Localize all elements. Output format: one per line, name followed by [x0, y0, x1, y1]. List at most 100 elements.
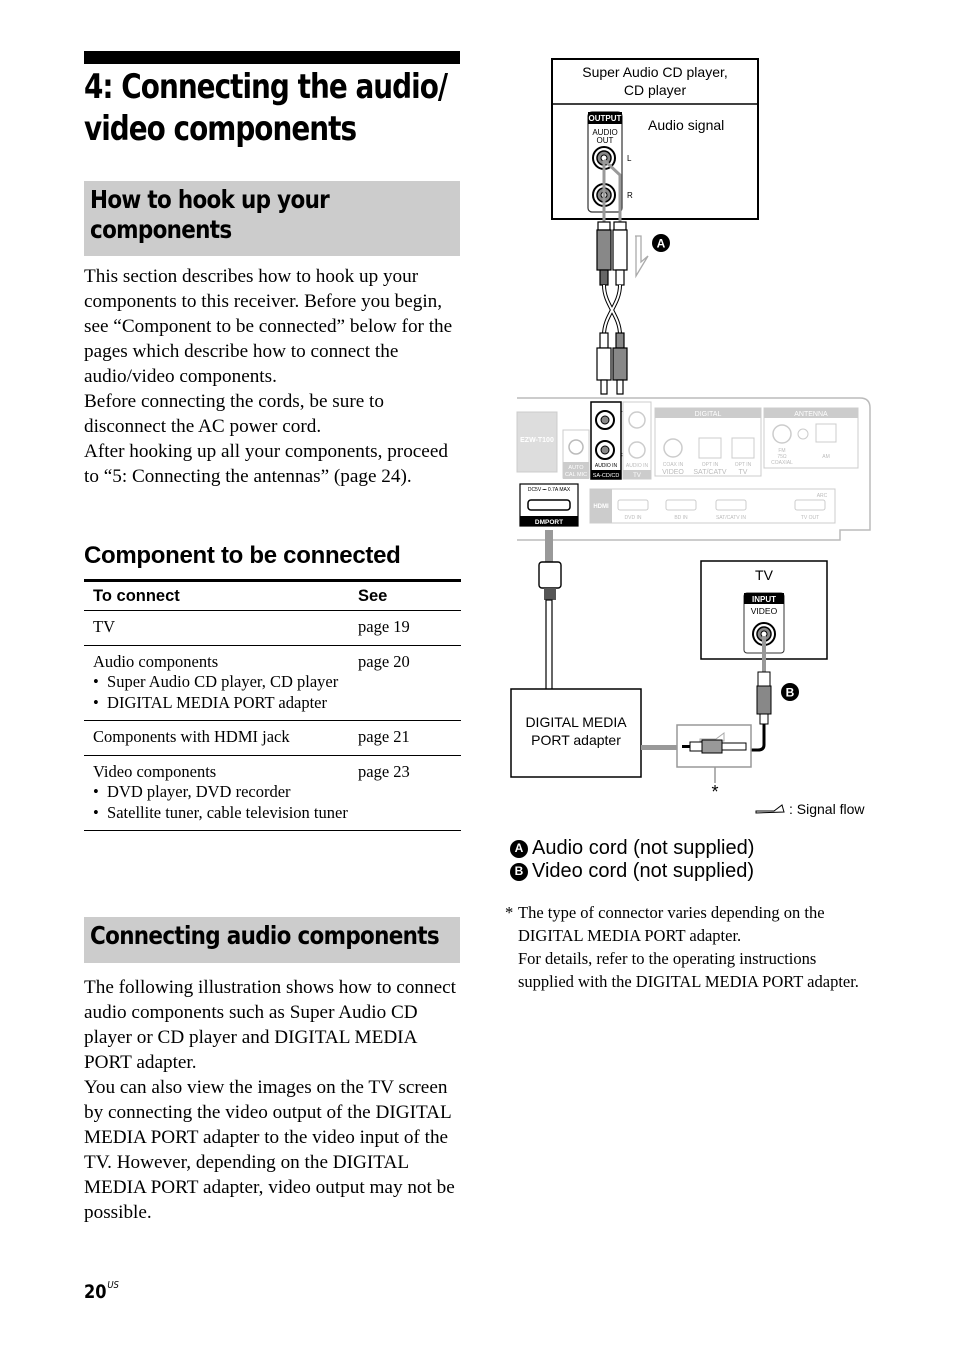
fm-coaxial-label: COAXIAL [771, 460, 793, 466]
chapter-title-line1: 4: Connecting the audio/ [84, 67, 448, 107]
cord-legend: A Audio cord (not supplied) B Video cord… [510, 837, 754, 883]
legend-item-b: B Video cord (not supplied) [510, 860, 754, 883]
table-row: Video components • DVD player, DVD recor… [84, 755, 461, 831]
opt-in-label-2: OPT IN [735, 462, 752, 468]
signal-flow-icon [755, 804, 785, 814]
digital-label: DIGITAL [695, 411, 722, 418]
table-cell-item: Components with HDMI jack [84, 720, 358, 756]
paragraph: Before connecting the cords, be sure to … [84, 391, 384, 437]
antenna-label: ANTENNA [794, 411, 828, 418]
tv-audio-in-label: AUDIO IN [626, 463, 649, 469]
receiver-rear-panel: EZW-T100 AUTO CAL MIC L R AUDIO IN SA-CD… [516, 397, 871, 541]
section-title-line1: How to hook up your [90, 185, 330, 214]
marker-a-icon: A [510, 839, 528, 858]
audio-intro: The following illustration shows how to … [84, 975, 464, 1225]
legend-label: Video cord (not supplied) [532, 860, 754, 882]
hook-up-intro: This section describes how to hook up yo… [84, 264, 464, 489]
table-row: Audio components • Super Audio CD player… [84, 645, 461, 721]
page-number: 20US [84, 1280, 119, 1303]
right-channel-label: R [627, 191, 633, 200]
bullet-text: Satellite tuner, cable television tuner [107, 802, 348, 822]
section-title: Connecting audio components [90, 921, 440, 950]
table-cell-item: Video components • DVD player, DVD recor… [84, 755, 358, 831]
connector-detail: * [676, 724, 752, 802]
table-cell-item: TV [84, 610, 358, 646]
dmport-label: DMPORT [535, 519, 563, 526]
legend-label: Audio cord (not supplied) [532, 837, 755, 859]
item-label: Video components [93, 761, 217, 781]
cd-player-label: Super Audio CD player, [582, 64, 728, 80]
tv-box-label: TV [755, 567, 774, 583]
table-row: Components with HDMI jack page 21 [84, 720, 461, 756]
bullet-text: DVD player, DVD recorder [107, 782, 291, 801]
bullet-item: • DIGITAL MEDIA PORT adapter [93, 692, 327, 712]
bullet-item: • Super Audio CD player, CD player [93, 672, 339, 691]
connection-diagram: Super Audio CD player, CD player Audio s… [510, 58, 871, 817]
bullet-text: DIGITAL MEDIA PORT adapter [107, 692, 327, 712]
opt-tv-label: TV [739, 469, 748, 476]
section-title-line2: components [90, 215, 232, 244]
asterisk-marker: * [711, 782, 718, 802]
tv-audio-label: TV [633, 473, 641, 479]
paragraph: The following illustration shows how to … [84, 977, 456, 1073]
bullet-item: • DVD player, DVD recorder [93, 782, 291, 801]
output-badge: OUTPUT [589, 114, 622, 123]
input-badge: INPUT [752, 595, 776, 604]
cd-player-label-2: CD player [624, 82, 687, 98]
table-cell-see: page 19 [358, 610, 461, 646]
hdmi-label: HDMI [593, 504, 609, 510]
left-channel-label: L [627, 154, 632, 163]
audio-in-label: AUDIO IN [595, 463, 618, 469]
footnote: * The type of connector varies depending… [505, 901, 875, 993]
marker-b-icon: B [510, 862, 528, 881]
page-number-value: 20 [84, 1281, 107, 1303]
am-label: AM [822, 454, 830, 460]
marker-b-label: B [786, 686, 795, 700]
footnote-mark: * [505, 903, 514, 922]
receiver-model-label: EZW-T100 [520, 437, 554, 444]
dmport-power-label: DC5V ⎓ 0.7A MAX [528, 487, 571, 493]
marker-a-label: A [657, 237, 666, 251]
bd-in-label: BD IN [674, 515, 688, 521]
dvd-in-label: DVD IN [625, 515, 642, 521]
legend-item-a: A Audio cord (not supplied) [510, 837, 754, 860]
section-heading-audio: Connecting audio components [84, 917, 460, 963]
adapter-cable [641, 745, 681, 750]
sat-catv-label: SAT/CATV [693, 469, 727, 476]
video-label: VIDEO [662, 469, 684, 476]
auto-cal-label: AUTO [568, 465, 584, 471]
table-header-row: To connect See [84, 580, 461, 611]
auto-cal-label-2: CAL MIC [565, 472, 587, 478]
item-label: Audio components [93, 651, 219, 671]
opt-in-label: OPT IN [702, 462, 719, 468]
bullet-text: Super Audio CD player, CD player [107, 672, 339, 691]
dmport-adapter-box: DIGITAL MEDIA PORT adapter [510, 688, 642, 778]
column-header-to-connect: To connect [84, 580, 358, 611]
marker-a-icon: A [652, 234, 670, 252]
adapter-label-2: PORT adapter [531, 732, 621, 748]
component-table: To connect See TV page 19 Audio componen… [84, 579, 461, 831]
tv-out-label: TV OUT [801, 515, 819, 521]
paragraph: This section describes how to hook up yo… [84, 266, 453, 387]
item-label: TV [93, 617, 115, 636]
section-title: How to hook up your components [84, 181, 466, 249]
table-cell-see: page 20 [358, 645, 461, 721]
dmport-cable-icon [538, 530, 562, 691]
signal-flow-arrow-icon [635, 235, 649, 279]
signal-flow-legend: : Signal flow [755, 801, 865, 817]
table-row: TV page 19 [84, 610, 461, 646]
footnote-text: For details, refer to the operating inst… [518, 949, 859, 991]
table-cell-item: Audio components • Super Audio CD player… [84, 645, 358, 721]
chapter-title-line2: video components [84, 109, 357, 149]
component-table-heading: Component to be connected [84, 542, 401, 569]
section-heading-hook-up: How to hook up your components [84, 181, 460, 256]
paragraph: After hooking up all your components, pr… [84, 441, 448, 487]
chapter-rule [84, 51, 460, 64]
page-region: US [107, 1280, 119, 1291]
marker-b-icon: B [781, 683, 799, 701]
signal-flow-label: : Signal flow [789, 801, 865, 817]
audio-out-label-2: OUT [597, 136, 614, 145]
tv-video-label: VIDEO [751, 606, 778, 616]
audio-signal-label: Audio signal [648, 117, 724, 133]
paragraph: You can also view the images on the TV s… [84, 1077, 455, 1223]
